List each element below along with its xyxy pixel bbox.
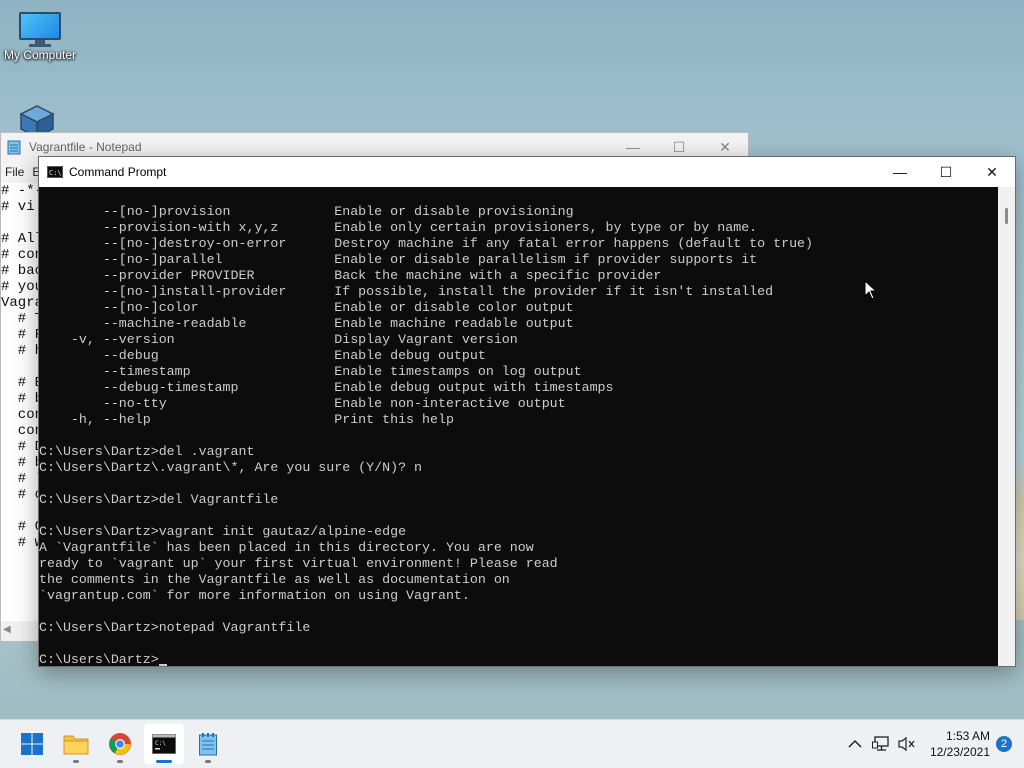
scroll-left-icon[interactable]: ◀ (3, 624, 11, 635)
console-line: ready to `vagrant up` your first virtual… (39, 556, 558, 571)
cmd-title: Command Prompt (69, 165, 167, 179)
cmd-icon: C:\ (47, 166, 63, 178)
console-line: the comments in the Vagrantfile as well … (39, 572, 510, 587)
console-line: --debug-timestamp Enable debug output wi… (39, 380, 614, 395)
console-line: C:\Users\Dartz>vagrant init gautaz/alpin… (39, 524, 407, 539)
taskbar-command-prompt[interactable]: C:\ (144, 724, 184, 764)
svg-text:C:\: C:\ (155, 740, 166, 747)
console-prompt-line[interactable]: C:\Users\Dartz> (39, 652, 999, 666)
clock-time: 1:53 AM (945, 729, 990, 743)
close-icon[interactable]: ✕ (969, 157, 1015, 187)
console-line: C:\Users\Dartz>del .vagrant (39, 444, 255, 459)
volume-muted-icon[interactable] (894, 731, 920, 757)
maximize-icon[interactable]: ☐ (656, 139, 702, 156)
monitor-icon (19, 12, 61, 47)
console-line: -v, --version Display Vagrant version (39, 332, 518, 347)
desktop-icon-my-computer[interactable]: My Computer (0, 12, 80, 62)
console-line: --timestamp Enable timestamps on log out… (39, 364, 582, 379)
maximize-icon[interactable]: ☐ (923, 157, 969, 187)
notification-badge[interactable]: 2 (996, 736, 1012, 752)
cmd-titlebar[interactable]: C:\ Command Prompt — ☐ ✕ (39, 157, 1015, 187)
clock-date: 12/23/2021 (929, 745, 990, 759)
console-line: --machine-readable Enable machine readab… (39, 316, 574, 331)
console-line: --debug Enable debug output (39, 348, 486, 363)
console-line: C:\Users\Dartz>notepad Vagrantfile (39, 620, 311, 635)
taskbar-file-explorer[interactable] (56, 724, 96, 764)
command-prompt-window[interactable]: C:\ Command Prompt — ☐ ✕ --[no-]provisio… (38, 156, 1016, 667)
console-line: C:\Users\Dartz>del Vagrantfile (39, 492, 279, 507)
taskbar: C:\ 1:53 AM 12/23/2021 2 (0, 719, 1024, 768)
notepad-title: Vagrantfile - Notepad (29, 140, 142, 154)
console-line: --provider PROVIDER Back the machine wit… (39, 268, 662, 283)
console-line: --provision-with x,y,z Enable only certa… (39, 220, 758, 235)
console-line: --[no-]destroy-on-error Destroy machine … (39, 236, 814, 251)
console-line: --[no-]provision Enable or disable provi… (39, 204, 574, 219)
console-line: `vagrantup.com` for more information on … (39, 588, 470, 603)
text-cursor (158, 664, 167, 666)
console-line: --[no-]parallel Enable or disable parall… (39, 252, 758, 267)
close-icon[interactable]: ✕ (702, 139, 748, 156)
folder-icon (63, 735, 89, 755)
chevron-up-icon[interactable] (842, 731, 868, 757)
taskbar-notepad[interactable] (188, 724, 228, 764)
console-prompt: C:\Users\Dartz> (39, 652, 159, 666)
console-line: --[no-]install-provider If possible, ins… (39, 284, 774, 299)
taskbar-clock[interactable]: 1:53 AM 12/23/2021 (930, 728, 990, 760)
notepad-icon (199, 733, 217, 756)
mouse-pointer-icon (864, 280, 876, 300)
console-line: -h, --help Print this help (39, 412, 454, 427)
scrollbar-thumb[interactable] (1005, 208, 1008, 224)
start-button[interactable] (12, 724, 52, 764)
taskbar-chrome[interactable] (100, 724, 140, 764)
windows-start-icon (21, 733, 43, 755)
console-line: --no-tty Enable non-interactive output (39, 396, 566, 411)
minimize-icon[interactable]: — (877, 157, 923, 187)
console-line: C:\Users\Dartz\.vagrant\*, Are you sure … (39, 460, 423, 475)
terminal-icon: C:\ (152, 734, 176, 754)
console-line: A `Vagrantfile` has been placed in this … (39, 540, 534, 555)
system-tray: 1:53 AM 12/23/2021 2 (842, 720, 1024, 768)
notepad-icon (7, 140, 21, 155)
menu-file[interactable]: File (5, 165, 24, 179)
chrome-icon (109, 733, 131, 755)
network-icon[interactable] (868, 731, 894, 757)
minimize-icon[interactable]: — (610, 139, 656, 156)
desktop-icon-label: My Computer (3, 48, 77, 62)
console-output[interactable]: --[no-]provision Enable or disable provi… (39, 187, 999, 666)
cmd-scrollbar[interactable] (998, 187, 1015, 666)
console-line: --[no-]color Enable or disable color out… (39, 300, 574, 315)
